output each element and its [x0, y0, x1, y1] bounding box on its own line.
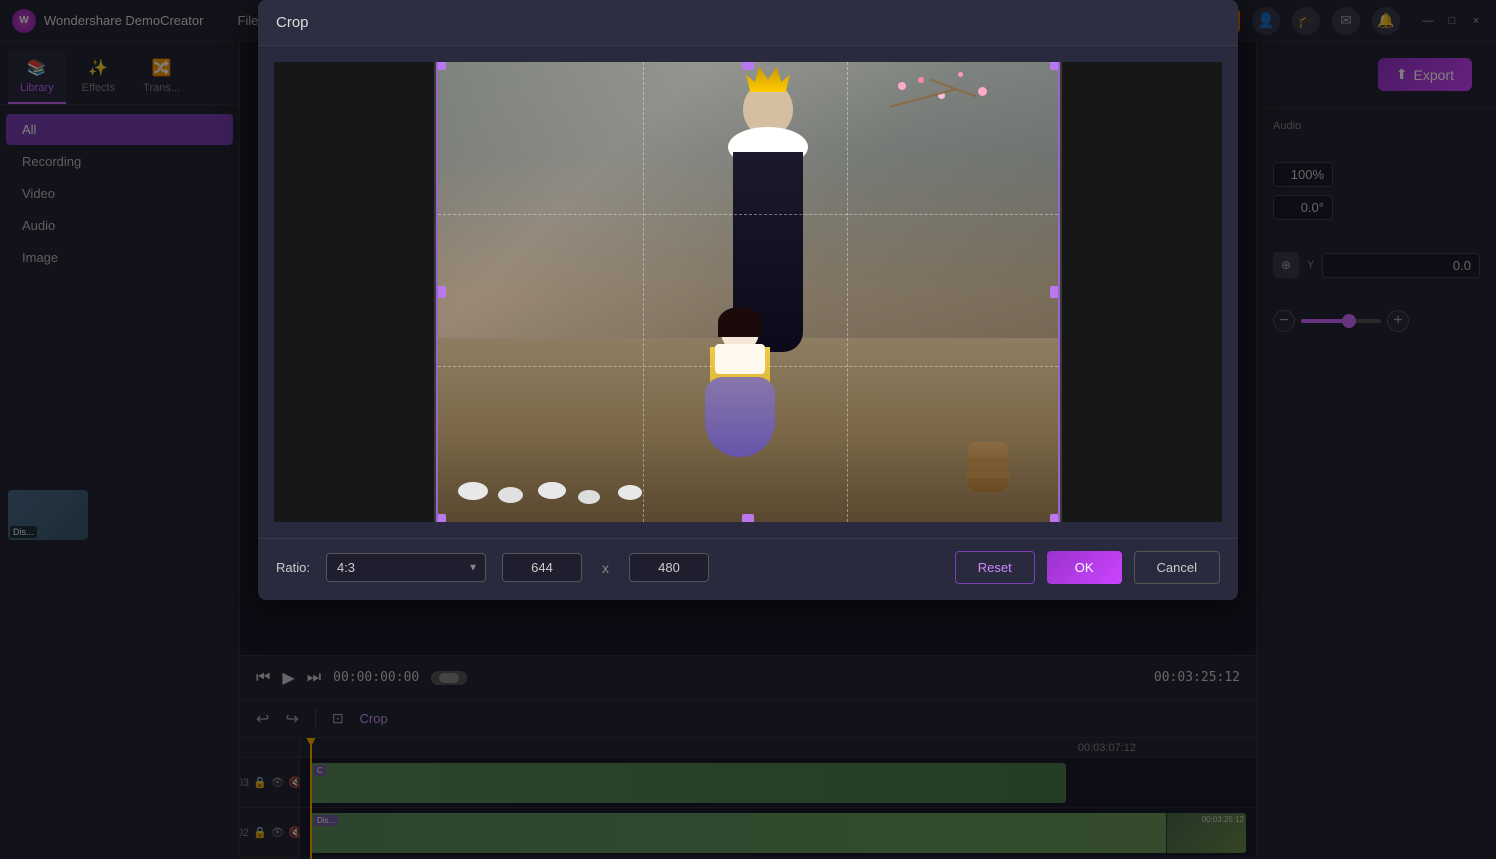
- ratio-label: Ratio:: [276, 560, 310, 575]
- vignette-right: [1062, 62, 1222, 522]
- height-input[interactable]: [629, 553, 709, 582]
- modal-footer-buttons: Reset OK Cancel: [955, 551, 1220, 584]
- crop-modal-header: Crop: [258, 0, 1238, 46]
- crop-modal-footer: Ratio: 4:3 16:9 1:1 9:16 Free ▼ x Reset: [258, 538, 1238, 600]
- vignette-left: [274, 62, 434, 522]
- crop-handle-ml[interactable]: [436, 286, 446, 298]
- crop-handle-tc[interactable]: [742, 62, 754, 70]
- crop-grid-v2: [847, 62, 848, 522]
- crop-handle-tr[interactable]: [1050, 62, 1060, 70]
- flowers-area: [878, 72, 998, 152]
- bird-3: [538, 482, 566, 499]
- cancel-button[interactable]: Cancel: [1134, 551, 1220, 584]
- snow-top: [715, 344, 765, 374]
- flower-1: [898, 82, 906, 90]
- crop-grid-h2: [438, 366, 1058, 367]
- crop-modal: Crop: [258, 0, 1238, 600]
- ratio-select-wrapper: 4:3 16:9 1:1 9:16 Free ▼: [326, 553, 486, 582]
- branch-1: [889, 88, 957, 108]
- crop-image: [436, 62, 1060, 522]
- crop-modal-title: Crop: [276, 14, 309, 31]
- crop-grid-v1: [643, 62, 644, 522]
- crop-handle-br[interactable]: [1050, 514, 1060, 522]
- bird-5: [618, 485, 642, 500]
- crop-handle-tl[interactable]: [436, 62, 446, 70]
- barrel: [968, 442, 1008, 492]
- ratio-select[interactable]: 4:3 16:9 1:1 9:16 Free: [326, 553, 486, 582]
- bird-4: [578, 490, 600, 504]
- reset-button[interactable]: Reset: [955, 551, 1035, 584]
- barrel-band: [966, 457, 1010, 463]
- snow-white-figure: [700, 312, 780, 492]
- modal-overlay: Crop: [0, 0, 1496, 859]
- crop-grid-h1: [438, 214, 1058, 215]
- ok-button[interactable]: OK: [1047, 551, 1122, 584]
- bird-1: [458, 482, 488, 500]
- crop-handle-bc[interactable]: [742, 514, 754, 522]
- dimension-separator: x: [602, 560, 609, 576]
- flower-5: [978, 87, 987, 96]
- flower-2: [918, 77, 924, 83]
- barrel-band-2: [966, 472, 1010, 478]
- crop-modal-body: [258, 46, 1238, 538]
- flower-4: [958, 72, 963, 77]
- crop-handle-bl[interactable]: [436, 514, 446, 522]
- crop-canvas-area[interactable]: [274, 62, 1222, 522]
- bird-2: [498, 487, 523, 503]
- modal-positioner: Crop: [240, 0, 1256, 859]
- snow-skirt: [705, 377, 775, 457]
- crop-handle-mr[interactable]: [1050, 286, 1060, 298]
- snow-hair: [718, 307, 762, 337]
- width-input[interactable]: [502, 553, 582, 582]
